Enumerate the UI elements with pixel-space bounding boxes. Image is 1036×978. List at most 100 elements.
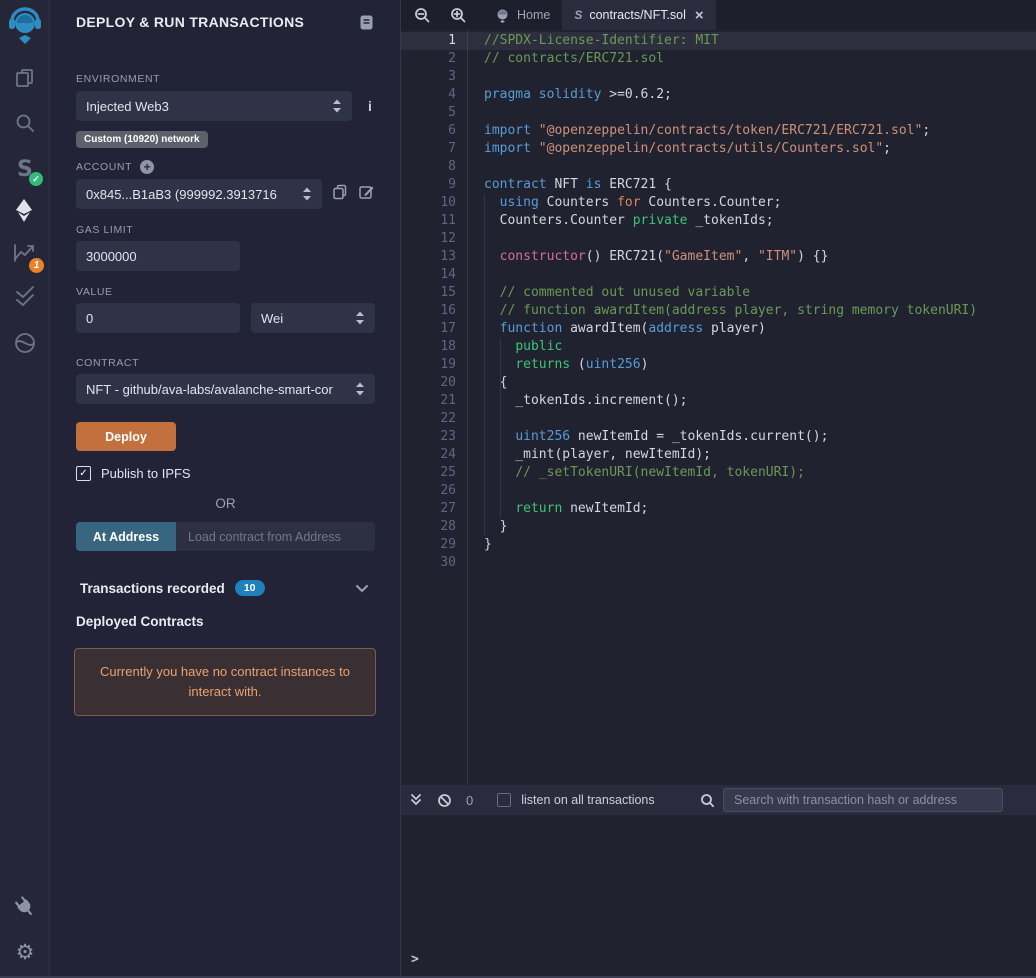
line-number[interactable]: 25 xyxy=(401,464,456,482)
code-line[interactable]: 2// contracts/ERC721.sol xyxy=(401,50,1036,68)
listen-transactions-checkbox[interactable] xyxy=(497,793,511,807)
code-line[interactable]: 29} xyxy=(401,536,1036,554)
deploy-button[interactable]: Deploy xyxy=(76,422,176,451)
add-account-plus-icon[interactable]: + xyxy=(140,160,154,174)
line-number[interactable]: 15 xyxy=(401,284,456,302)
code-line[interactable]: 15 // commented out unused variable xyxy=(401,284,1036,302)
line-number[interactable]: 20 xyxy=(401,374,456,392)
code-line[interactable]: 9contract NFT is ERC721 { xyxy=(401,176,1036,194)
line-number[interactable]: 4 xyxy=(401,86,456,104)
documentation-icon[interactable] xyxy=(358,14,375,36)
code-line[interactable]: 30 xyxy=(401,554,1036,572)
gas-limit-input[interactable] xyxy=(76,241,240,271)
code-line[interactable]: 14 xyxy=(401,266,1036,284)
line-number[interactable]: 9 xyxy=(401,176,456,194)
deploy-and-run-icon[interactable] xyxy=(0,190,50,230)
settings-gear-icon[interactable]: ⚙ xyxy=(0,932,50,972)
at-address-input[interactable] xyxy=(176,522,375,551)
code-line[interactable]: 24 _mint(player, newItemId); xyxy=(401,446,1036,464)
code-line[interactable]: 17 function awardItem(address player) xyxy=(401,320,1036,338)
terminal-body[interactable]: > xyxy=(401,815,1036,976)
line-number[interactable]: 5 xyxy=(401,104,456,122)
at-address-button[interactable]: At Address xyxy=(76,522,176,551)
line-number[interactable]: 8 xyxy=(401,158,456,176)
remix-logo-icon[interactable] xyxy=(0,6,50,46)
environment-info-icon[interactable]: i xyxy=(368,98,372,114)
account-select[interactable]: 0x845...B1aB3 (999992.3913716 xyxy=(76,179,322,209)
line-number[interactable]: 17 xyxy=(401,320,456,338)
code-line[interactable]: 3 xyxy=(401,68,1036,86)
code-line[interactable]: 8 xyxy=(401,158,1036,176)
line-number[interactable]: 30 xyxy=(401,554,456,572)
line-number[interactable]: 18 xyxy=(401,338,456,356)
value-unit-select[interactable]: Wei xyxy=(251,303,375,333)
line-number[interactable]: 22 xyxy=(401,410,456,428)
line-number[interactable]: 1 xyxy=(401,32,456,50)
line-number[interactable]: 26 xyxy=(401,482,456,500)
expand-terminal-icon[interactable] xyxy=(409,793,423,807)
code-line[interactable]: 21 _tokenIds.increment(); xyxy=(401,392,1036,410)
clear-console-icon[interactable] xyxy=(437,793,452,808)
code-line[interactable]: 10 using Counters for Counters.Counter; xyxy=(401,194,1036,212)
code-line[interactable]: 19 returns (uint256) xyxy=(401,356,1036,374)
code-line[interactable]: 16 // function awardItem(address player,… xyxy=(401,302,1036,320)
line-number[interactable]: 16 xyxy=(401,302,456,320)
code-line[interactable]: 23 uint256 newItemId = _tokenIds.current… xyxy=(401,428,1036,446)
line-number[interactable]: 2 xyxy=(401,50,456,68)
line-number[interactable]: 14 xyxy=(401,266,456,284)
code-line[interactable]: 25 // _setTokenURI(newItemId, tokenURI); xyxy=(401,464,1036,482)
plugin-circle-icon[interactable] xyxy=(0,323,50,363)
contract-select[interactable]: NFT - github/ava-labs/avalanche-smart-co… xyxy=(76,374,375,404)
line-number[interactable]: 6 xyxy=(401,122,456,140)
zoom-in-icon[interactable] xyxy=(443,0,473,30)
file-explorer-icon[interactable] xyxy=(0,58,50,98)
solidity-compiler-icon[interactable]: S ✓ xyxy=(0,148,50,188)
chevron-down-icon[interactable] xyxy=(355,584,369,593)
line-number[interactable]: 7 xyxy=(401,140,456,158)
line-number[interactable]: 10 xyxy=(401,194,456,212)
line-number[interactable]: 21 xyxy=(401,392,456,410)
close-tab-icon[interactable]: × xyxy=(695,8,704,23)
code-line[interactable]: 27 return newItemId; xyxy=(401,500,1036,518)
edit-account-icon[interactable] xyxy=(358,183,375,205)
environment-select[interactable]: Injected Web3 xyxy=(76,91,352,121)
terminal-prompt[interactable]: > xyxy=(411,952,419,967)
code-line[interactable]: 13 constructor() ERC721("GameItem", "ITM… xyxy=(401,248,1036,266)
line-number[interactable]: 28 xyxy=(401,518,456,536)
code-line[interactable]: 6import "@openzeppelin/contracts/token/E… xyxy=(401,122,1036,140)
tab-home[interactable]: Home xyxy=(483,0,562,30)
line-number[interactable]: 11 xyxy=(401,212,456,230)
copy-account-icon[interactable] xyxy=(332,184,348,205)
transactions-recorded-header[interactable]: Transactions recorded 10 xyxy=(76,580,375,596)
code-line[interactable]: 5 xyxy=(401,104,1036,122)
code-line[interactable]: 18 public xyxy=(401,338,1036,356)
code-line[interactable]: 11 Counters.Counter private _tokenIds; xyxy=(401,212,1036,230)
line-number[interactable]: 29 xyxy=(401,536,456,554)
tab-nft-sol[interactable]: S contracts/NFT.sol × xyxy=(562,0,715,30)
code-line[interactable]: 28 } xyxy=(401,518,1036,536)
plugin-manager-icon[interactable] xyxy=(0,887,50,927)
value-input[interactable] xyxy=(76,303,240,333)
line-number[interactable]: 23 xyxy=(401,428,456,446)
code-text: _mint(player, newItemId); xyxy=(484,446,711,464)
line-number[interactable]: 13 xyxy=(401,248,456,266)
zoom-out-icon[interactable] xyxy=(407,0,437,30)
line-number[interactable]: 3 xyxy=(401,68,456,86)
code-line[interactable]: 7import "@openzeppelin/contracts/utils/C… xyxy=(401,140,1036,158)
line-number[interactable]: 19 xyxy=(401,356,456,374)
code-line[interactable]: 26 xyxy=(401,482,1036,500)
search-icon[interactable] xyxy=(0,103,50,143)
terminal-search-input[interactable] xyxy=(723,788,1003,812)
line-number[interactable]: 12 xyxy=(401,230,456,248)
statistics-icon[interactable]: 1 xyxy=(0,233,50,273)
line-number[interactable]: 27 xyxy=(401,500,456,518)
code-line[interactable]: 20 { xyxy=(401,374,1036,392)
line-number[interactable]: 24 xyxy=(401,446,456,464)
code-line[interactable]: 1//SPDX-License-Identifier: MIT xyxy=(401,32,1036,50)
code-editor[interactable]: 1//SPDX-License-Identifier: MIT2// contr… xyxy=(401,30,1036,785)
solidity-unit-testing-icon[interactable] xyxy=(0,277,50,317)
code-line[interactable]: 4pragma solidity >=0.6.2; xyxy=(401,86,1036,104)
code-line[interactable]: 22 xyxy=(401,410,1036,428)
publish-ipfs-checkbox[interactable]: ✓ xyxy=(76,466,91,481)
code-line[interactable]: 12 xyxy=(401,230,1036,248)
